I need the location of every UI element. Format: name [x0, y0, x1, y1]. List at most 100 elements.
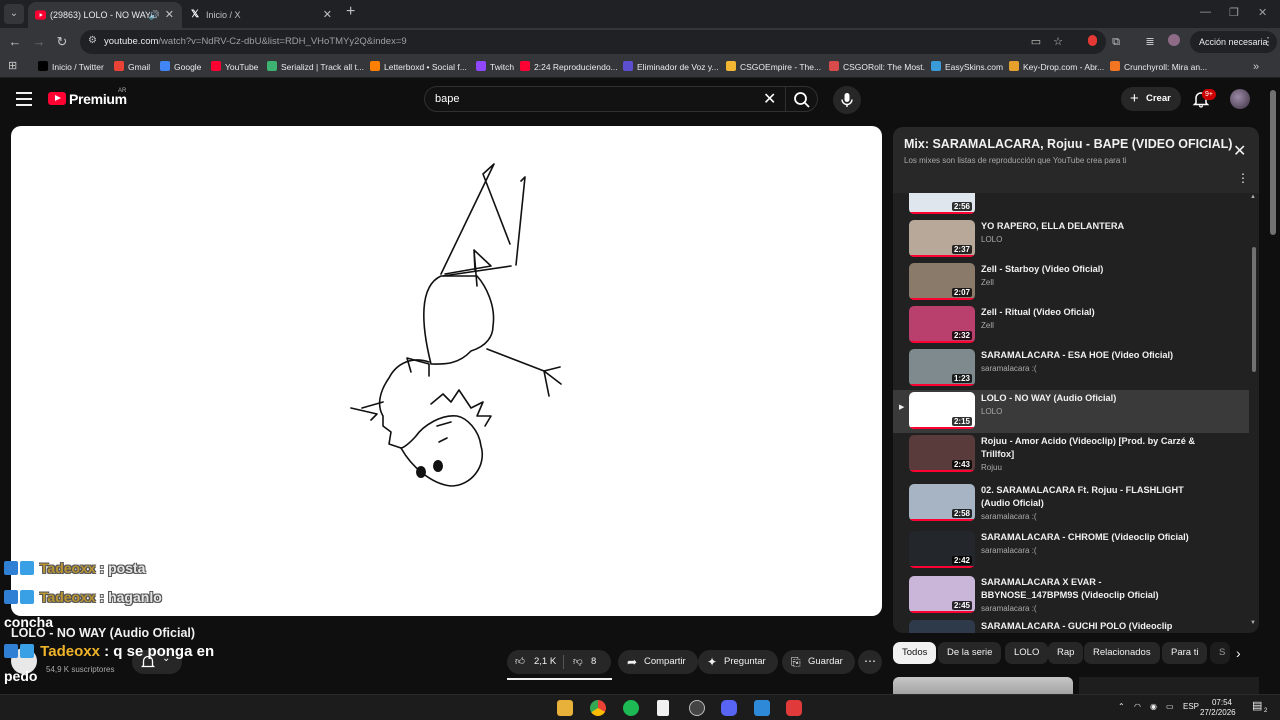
playlist-item-title[interactable]: Zell - Starboy (Video Oficial) [981, 263, 1201, 276]
playlist-thumbnail[interactable]: 2:58 [909, 484, 975, 521]
playlist-item-title[interactable]: SARAMALACARA X EVAR - BBYNOSE_147BPM9S (… [981, 576, 1201, 602]
playlist-thumbnail[interactable]: 2:42 [909, 531, 975, 568]
playlist-item-title[interactable]: Rojuu - Amor Acido (Videoclip) [Prod. by… [981, 435, 1201, 461]
playlist-thumbnail[interactable] [909, 620, 975, 633]
playlist-item-title[interactable]: SARAMALACARA - CHROME (Videoclip Oficial… [981, 531, 1201, 544]
bookmark-item[interactable]: Serializd | Track all t... [267, 60, 364, 74]
filter-chip[interactable]: LOLO [1005, 642, 1049, 664]
playlist-item-title[interactable]: Zell - Ritual (Video Oficial) [981, 306, 1201, 319]
filter-chip[interactable]: Relacionados [1084, 642, 1160, 664]
close-tab-icon[interactable]: ✕ [165, 2, 174, 28]
tray-chevron-icon[interactable]: ⌃ [1118, 702, 1125, 711]
speaker-tray-icon[interactable]: ◉ [1150, 702, 1157, 711]
filter-chip[interactable]: Rap [1048, 642, 1084, 664]
language-indicator[interactable]: ESP [1183, 702, 1199, 711]
playlist-item[interactable]: 2:45 SARAMALACARA X EVAR - BBYNOSE_147BPM… [893, 574, 1249, 617]
new-tab-icon[interactable]: + [346, 3, 355, 21]
speaker-icon[interactable]: 🔊 [149, 2, 160, 28]
dislike-count[interactable]: 8 [591, 650, 596, 674]
create-button[interactable]: + Crear [1121, 87, 1181, 111]
record-app-icon[interactable] [786, 700, 802, 716]
search-box[interactable]: bape ✕ [424, 86, 818, 112]
bookmark-item[interactable]: Eliminador de Voz y... [623, 60, 719, 74]
playlist-thumbnail[interactable]: 2:56 [909, 193, 975, 214]
account-avatar[interactable] [1230, 89, 1250, 109]
steam-icon[interactable] [689, 700, 705, 716]
playlist-item[interactable]: ▶ 2:15 LOLO - NO WAY (Audio Oficial) LOLO [893, 390, 1249, 433]
site-info-icon[interactable]: ⚙ [88, 35, 97, 46]
notification-center-icon[interactable]: ▤ [1252, 699, 1262, 712]
bookmark-item[interactable]: Google [160, 60, 201, 74]
address-bar[interactable]: ⚙ youtube.com/watch?v=NdRV-Cz-dbU&list=R… [80, 30, 1106, 54]
more-actions-icon[interactable]: ⋯ [858, 650, 882, 674]
playlist-item-title[interactable]: 02. SARAMALACARA Ft. Rojuu - FLASHLIGHT … [981, 484, 1201, 510]
playlist-item[interactable]: 2:58 02. SARAMALACARA Ft. Rojuu - FLASHLI… [893, 482, 1249, 525]
playlist-thumbnail[interactable]: 2:07 [909, 263, 975, 300]
playlist-menu-icon[interactable]: ⋮ [1237, 171, 1249, 185]
menu-hamburger-icon[interactable] [16, 92, 32, 106]
like-count[interactable]: 2,1 K [534, 650, 556, 674]
profile-icon[interactable] [1166, 34, 1182, 50]
notepad-icon[interactable] [657, 700, 669, 716]
more-bookmarks-icon[interactable]: » [1248, 59, 1264, 75]
playlist-item[interactable]: 1:23 SARAMALACARA - ESA HOE (Video Oficia… [893, 347, 1249, 390]
playlist-item[interactable]: SARAMALACARA - GUCHI POLO (Videoclip Ofi… [893, 618, 1249, 633]
tab-youtube[interactable]: (29863) LOLO - NO WAY (A 🔊 ✕ [28, 2, 182, 28]
bookmark-item[interactable]: CSGORoll: The Most... [829, 60, 925, 74]
file-explorer-icon[interactable] [557, 700, 573, 716]
playlist-thumbnail[interactable]: 2:37 [909, 220, 975, 257]
youtube-logo-icon[interactable] [48, 92, 66, 105]
like-icon[interactable]: 👍︎ [515, 650, 525, 674]
close-window-icon[interactable]: ✕ [1258, 6, 1267, 19]
restore-icon[interactable]: ❐ [1229, 6, 1239, 19]
filter-chip[interactable]: Para ti [1162, 642, 1208, 664]
page-scrollbar[interactable] [1270, 90, 1276, 235]
scroll-up-icon[interactable]: ▲ [1250, 194, 1256, 200]
bookmark-item[interactable]: Gmail [114, 60, 150, 74]
close-playlist-icon[interactable]: ✕ [1233, 141, 1246, 161]
filter-chip[interactable]: S [1210, 642, 1230, 664]
apps-grid-icon[interactable]: ⊞ [8, 59, 17, 72]
extensions-puzzle-icon[interactable]: ⧉ [1108, 34, 1124, 50]
ask-button[interactable]: ✦ Preguntar [698, 650, 778, 674]
forward-icon[interactable]: → [30, 33, 48, 51]
bookmark-item[interactable]: Key-Drop.com - Abr... [1009, 60, 1104, 74]
bookmark-item[interactable]: Twitch [476, 60, 514, 74]
search-input[interactable]: bape [435, 93, 459, 105]
bookmark-star-icon[interactable]: ☆ [1050, 34, 1066, 50]
search-icon[interactable] [793, 91, 811, 109]
playlist-item-title[interactable]: SARAMALACARA - ESA HOE (Video Oficial) [981, 349, 1201, 362]
playlist-item[interactable]: 2:43 Rojuu - Amor Acido (Videoclip) [Prod… [893, 433, 1249, 476]
browser-menu-icon[interactable]: ⋮ [1260, 34, 1276, 50]
bookmark-item[interactable]: Inicio / Twitter [38, 60, 104, 74]
dislike-icon[interactable]: 👎︎ [573, 650, 583, 674]
scroll-down-icon[interactable]: ▼ [1250, 620, 1256, 626]
clock[interactable]: 07:54 27/2/2026 [1200, 698, 1236, 718]
extension-red-icon[interactable] [1084, 34, 1100, 50]
tab-x[interactable]: 𝕏 Inicio / X ✕ [184, 2, 340, 28]
battery-icon[interactable]: ▭ [1166, 702, 1174, 711]
back-icon[interactable]: ← [6, 33, 24, 51]
playlist-item-title[interactable]: YO RAPERO, ELLA DELANTERA [981, 220, 1201, 233]
playlist-thumbnail[interactable]: 2:43 [909, 435, 975, 472]
media-control-icon[interactable]: ≣ [1142, 34, 1158, 50]
minimize-icon[interactable]: — [1200, 6, 1211, 18]
app-window-icon[interactable] [754, 700, 770, 716]
bookmark-item[interactable]: Crunchyroll: Mira an... [1110, 60, 1207, 74]
bookmark-item[interactable]: Letterboxd • Social f... [370, 60, 467, 74]
url-text[interactable]: youtube.com/watch?v=NdRV-Cz-dbU&list=RDH… [104, 36, 407, 47]
playlist-thumbnail[interactable]: 2:15 [909, 392, 975, 429]
playlist-item[interactable]: 2:56saramalacara :( [893, 193, 1249, 218]
filter-chip[interactable]: De la serie [938, 642, 1002, 664]
playlist-item[interactable]: 2:32 Zell - Ritual (Video Oficial) Zell [893, 304, 1249, 347]
spotify-icon[interactable] [623, 700, 639, 716]
bookmark-item[interactable]: 2:24 Reproduciendo... [520, 60, 617, 74]
playlist-thumbnail[interactable]: 2:32 [909, 306, 975, 343]
clear-search-icon[interactable]: ✕ [763, 89, 776, 109]
bookmark-item[interactable]: EasySkins.com [931, 60, 1003, 74]
chrome-icon[interactable] [590, 700, 606, 716]
playlist-scrollbar[interactable] [1252, 247, 1256, 372]
chips-next-icon[interactable]: › [1236, 645, 1241, 661]
video-player[interactable] [11, 126, 882, 616]
playlist-title[interactable]: Mix: SARAMALACARA, Rojuu - BAPE (VIDEO O… [904, 137, 1232, 151]
